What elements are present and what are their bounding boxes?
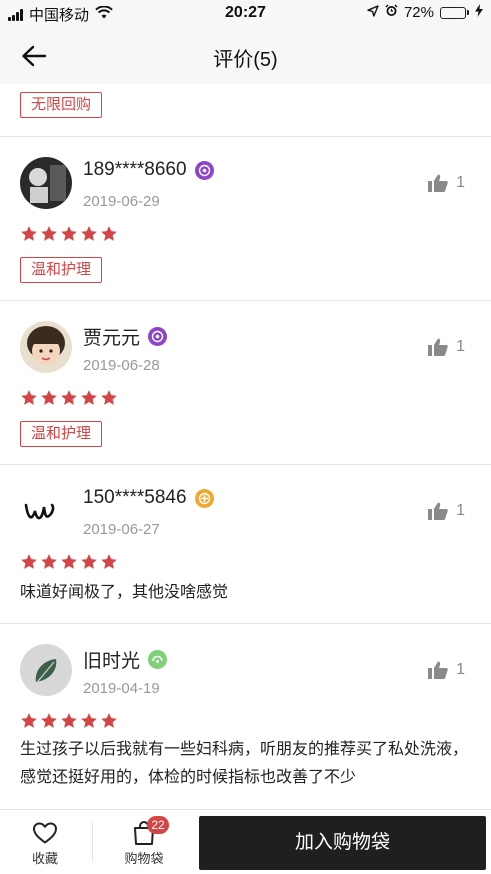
- like-button[interactable]: 1: [428, 661, 465, 679]
- review-date: 2019-04-19: [83, 680, 160, 697]
- thumbs-up-icon: [428, 338, 448, 356]
- star-icon: [41, 554, 57, 569]
- avatar[interactable]: [20, 157, 72, 209]
- cart-label: 购物袋: [124, 851, 164, 866]
- favorite-button[interactable]: 收藏: [10, 818, 80, 867]
- battery-icon: [440, 6, 469, 19]
- review-tag: 温和护理: [20, 421, 103, 447]
- username-row: 189****8660: [83, 159, 214, 181]
- star-icon: [21, 554, 37, 569]
- star-icon: [81, 226, 97, 241]
- star-icon: [61, 713, 77, 728]
- star-icon: [101, 226, 117, 241]
- member-level-icon: [194, 160, 214, 180]
- cart-button[interactable]: 22 购物袋: [109, 816, 179, 867]
- like-count: 1: [456, 174, 465, 191]
- thumbs-up-icon: [428, 174, 448, 192]
- alarm-icon: [385, 4, 398, 21]
- username-row: 贾元元: [83, 323, 168, 350]
- star-icon: [101, 554, 117, 569]
- star-icon: [21, 713, 37, 728]
- star-icon: [81, 554, 97, 569]
- rating-stars: [20, 553, 120, 571]
- location-icon: [367, 4, 379, 21]
- like-count: 1: [456, 661, 465, 678]
- thumbs-up-icon: [428, 661, 448, 679]
- heart-icon: [33, 822, 57, 844]
- review-date: 2019-06-27: [83, 521, 160, 538]
- username: 189****8660: [83, 159, 187, 180]
- member-level-icon: [148, 650, 168, 669]
- nav-bar: 评价(5): [0, 28, 491, 84]
- avatar[interactable]: [20, 644, 72, 696]
- review-tag: 温和护理: [20, 257, 103, 283]
- star-icon: [81, 390, 97, 405]
- like-button[interactable]: 1: [428, 338, 465, 356]
- rating-stars: [20, 389, 120, 407]
- username: 旧时光: [83, 651, 141, 672]
- favorite-label: 收藏: [31, 851, 58, 866]
- rating-stars: [20, 712, 120, 730]
- member-level-icon: [194, 488, 214, 508]
- star-icon: [101, 390, 117, 405]
- star-icon: [21, 390, 37, 405]
- charging-icon: [475, 4, 483, 21]
- review-date: 2019-06-29: [83, 193, 160, 210]
- star-icon: [41, 713, 57, 728]
- like-count: 1: [456, 502, 465, 519]
- username: 150****5846: [83, 487, 187, 508]
- review-text: 生过孩子以后我就有一些妇科病，听朋友的推荐买了私处洗液，感觉还挺好用的，体检的时…: [20, 741, 469, 786]
- like-button[interactable]: 1: [428, 174, 465, 192]
- username-row: 旧时光: [83, 646, 168, 673]
- review-list[interactable]: 无限回购 189****8660 2019-06-29 1 温和护理 贾元元 2…: [0, 84, 491, 809]
- like-button[interactable]: 1: [428, 502, 465, 520]
- like-count: 1: [456, 338, 465, 355]
- star-icon: [61, 554, 77, 569]
- star-icon: [81, 713, 97, 728]
- divider: [92, 822, 93, 862]
- status-bar: 中国移动 20:27 72%: [0, 0, 491, 28]
- battery-percent: 72%: [403, 4, 434, 21]
- star-icon: [61, 226, 77, 241]
- status-right: 72%: [361, 4, 483, 21]
- add-to-cart-button[interactable]: 加入购物袋: [199, 816, 486, 870]
- review-item: 旧时光 2019-04-19 1 生过孩子以后我就有一些妇科病，听朋友的推荐买了…: [0, 624, 491, 809]
- rating-stars: [20, 225, 120, 243]
- review-item: 贾元元 2019-06-28 1 温和护理: [0, 301, 491, 464]
- star-icon: [101, 713, 117, 728]
- member-level-icon: [148, 327, 168, 346]
- avatar[interactable]: [20, 485, 72, 537]
- username: 贾元元: [83, 328, 141, 349]
- star-icon: [41, 390, 57, 405]
- avatar[interactable]: [20, 321, 72, 373]
- review-item: 150****5846 2019-06-27 1 味道好闻极了，其他没啥感觉: [0, 465, 491, 623]
- review-date: 2019-06-28: [83, 357, 160, 374]
- bottom-action-bar: 收藏 22 购物袋 加入购物袋: [0, 809, 491, 874]
- review-text: 味道好闻极了，其他没啥感觉: [20, 584, 229, 601]
- thumbs-up-icon: [428, 502, 448, 520]
- review-item: 189****8660 2019-06-29 1 温和护理: [0, 137, 491, 300]
- cart-count-badge: 22: [147, 816, 169, 834]
- star-icon: [61, 390, 77, 405]
- star-icon: [21, 226, 37, 241]
- page-title: 评价(5): [213, 49, 278, 71]
- username-row: 150****5846: [83, 487, 214, 509]
- star-icon: [41, 226, 57, 241]
- review-tag: 无限回购: [20, 92, 103, 118]
